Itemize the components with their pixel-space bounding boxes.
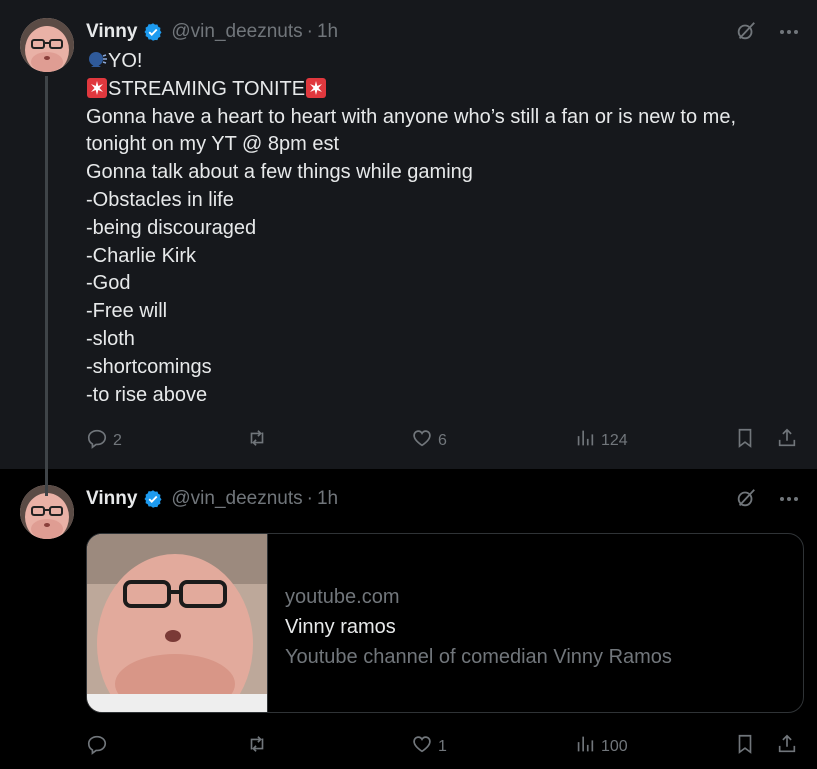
verified-badge-icon <box>143 489 163 509</box>
repost-button[interactable] <box>246 733 273 760</box>
repost-button[interactable] <box>246 427 273 454</box>
like-button[interactable]: 1 <box>411 733 447 760</box>
reply-icon <box>86 427 108 454</box>
timestamp[interactable]: 1h <box>317 487 338 511</box>
tweet-line: -sloth <box>86 327 135 350</box>
like-icon <box>411 733 433 760</box>
tweet-line: -Free will <box>86 300 168 323</box>
tweet-line: YO! <box>86 48 796 76</box>
tweet-line: -God <box>86 272 131 295</box>
author-handle[interactable]: @vin_deeznuts <box>171 487 302 511</box>
like-count: 6 <box>438 431 447 449</box>
repost-icon <box>246 427 268 454</box>
link-card[interactable]: youtube.com Vinny ramos Youtube channel … <box>86 533 804 713</box>
grok-icon[interactable] <box>735 487 757 514</box>
views-icon <box>574 427 596 454</box>
share-button[interactable] <box>776 733 798 760</box>
link-card-description: Youtube channel of comedian Vinny Ramos <box>285 646 672 668</box>
separator-dot: · <box>306 21 313 42</box>
tweet-text: YO! STREAMING TONITE Gonna have a heart … <box>86 48 796 409</box>
reply-icon <box>86 733 108 760</box>
reply-button[interactable] <box>86 733 113 760</box>
repost-icon <box>246 733 268 760</box>
tweet-line: -Obstacles in life <box>86 188 234 211</box>
tweet-line: STREAMING TONITE <box>86 76 796 104</box>
police-light-emoji <box>86 77 108 99</box>
thread-connector-line <box>45 76 48 496</box>
tweet-top-actions <box>735 20 799 47</box>
bookmark-icon <box>734 733 756 760</box>
reply-count: 2 <box>113 431 122 449</box>
tweet-2[interactable]: Vinny @vin_deeznuts · 1h youtube.com Vin… <box>0 469 817 769</box>
share-icon <box>776 427 798 454</box>
like-count: 1 <box>438 737 447 755</box>
tweet-header: Vinny @vin_deeznuts · 1h <box>86 487 338 511</box>
timestamp[interactable]: 1h <box>317 20 338 44</box>
bookmark-button[interactable] <box>734 733 756 760</box>
link-card-thumbnail <box>87 534 268 712</box>
tweet-header: Vinny @vin_deeznuts · 1h <box>86 20 338 44</box>
share-button[interactable] <box>776 427 798 454</box>
views-button[interactable]: 100 <box>574 733 628 760</box>
views-icon <box>574 733 596 760</box>
tweet-line: Gonna have a heart to heart with anyone … <box>86 105 736 156</box>
reply-button[interactable]: 2 <box>86 427 122 454</box>
like-icon <box>411 427 433 454</box>
separator-dot: · <box>306 488 313 509</box>
views-button[interactable]: 124 <box>574 427 628 454</box>
bookmark-button[interactable] <box>734 427 756 454</box>
tweet-top-actions <box>735 487 799 514</box>
views-count: 100 <box>601 737 628 755</box>
police-light-emoji <box>305 77 327 99</box>
verified-badge-icon <box>143 22 163 42</box>
tweet-actions: 2 6 124 <box>86 427 799 453</box>
like-button[interactable]: 6 <box>411 427 447 454</box>
speaking-head-emoji <box>86 49 108 71</box>
grok-icon[interactable] <box>735 20 757 47</box>
author-name[interactable]: Vinny <box>86 20 137 44</box>
author-handle[interactable]: @vin_deeznuts <box>171 20 302 44</box>
tweet-actions: 1 100 <box>86 733 799 759</box>
tweet-line: -being discouraged <box>86 216 257 239</box>
tweet-line: -to rise above <box>86 383 208 406</box>
avatar[interactable] <box>20 18 74 72</box>
share-icon <box>776 733 798 760</box>
tweet-line: Gonna talk about a few things while gami… <box>86 161 473 184</box>
link-card-text: youtube.com Vinny ramos Youtube channel … <box>285 582 672 672</box>
tweet-1[interactable]: Vinny @vin_deeznuts · 1h YO! STREAMING T… <box>0 0 817 496</box>
more-icon[interactable] <box>779 489 799 513</box>
link-card-domain: youtube.com <box>285 586 400 608</box>
tweet-line: -shortcomings <box>86 355 212 378</box>
bookmark-icon <box>734 427 756 454</box>
more-icon[interactable] <box>779 22 799 46</box>
views-count: 124 <box>601 431 628 449</box>
author-name[interactable]: Vinny <box>86 487 137 511</box>
tweet-line: -Charlie Kirk <box>86 244 197 267</box>
link-card-title: Vinny ramos <box>285 616 396 638</box>
